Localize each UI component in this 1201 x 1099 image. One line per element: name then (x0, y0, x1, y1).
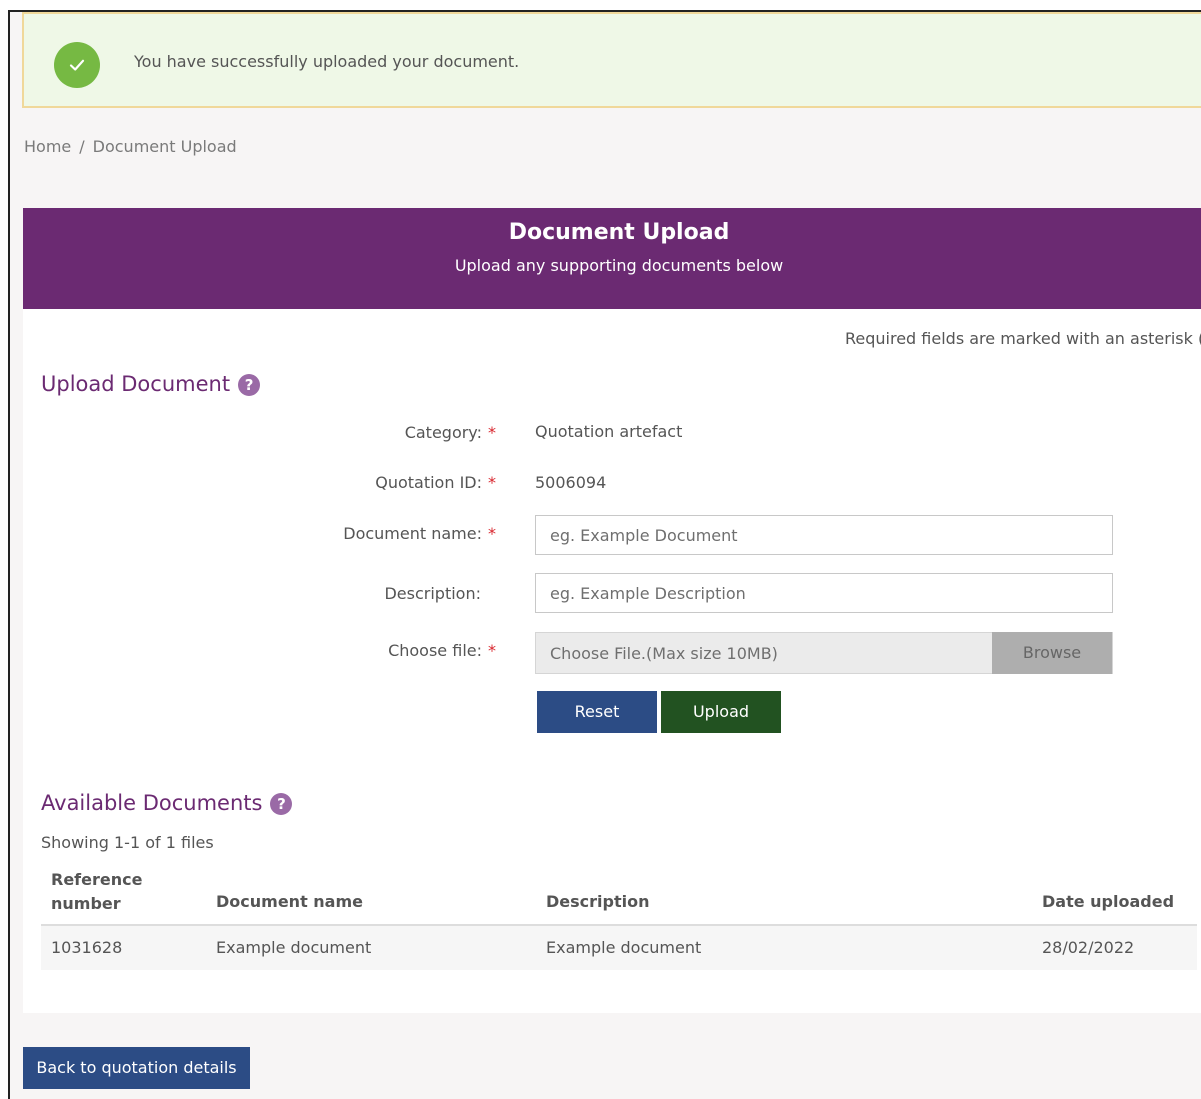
file-chooser[interactable]: Choose File.(Max size 10MB) Browse (535, 632, 1113, 674)
description-label: Description: (384, 584, 481, 603)
document-name-label-text: Document name: (343, 524, 482, 543)
category-label-text: Category: (404, 423, 482, 442)
upload-document-heading: Upload Document? (41, 372, 261, 396)
available-documents-title: Available Documents (41, 791, 263, 815)
category-value: Quotation artefact (535, 422, 683, 441)
row-reference: 1031628 (51, 938, 123, 957)
choose-file-label: Choose file: * (56, 641, 496, 660)
breadcrumb-current: Document Upload (92, 137, 237, 156)
page-banner: Document Upload Upload any supporting do… (23, 208, 1201, 309)
category-label: Category: * (56, 423, 496, 442)
quotation-id-label: Quotation ID: * (56, 473, 496, 492)
alert-message: You have successfully uploaded your docu… (134, 52, 520, 71)
column-header-date-uploaded[interactable]: Date uploaded (1042, 892, 1174, 911)
breadcrumb-home-link[interactable]: Home (24, 137, 71, 156)
reset-button[interactable]: Reset (537, 691, 657, 733)
file-placeholder: Choose File.(Max size 10MB) (550, 644, 778, 663)
check-icon (54, 42, 100, 88)
column-header-document-name[interactable]: Document name (216, 892, 363, 911)
column-header-reference-line2: number (51, 894, 121, 913)
required-asterisk: * (488, 524, 496, 543)
column-header-description[interactable]: Description (546, 892, 649, 911)
row-description: Example document (546, 938, 702, 957)
quotation-id-label-text: Quotation ID: (375, 473, 482, 492)
success-alert: You have successfully uploaded your docu… (22, 12, 1201, 108)
required-note-text: Required fields are marked with an aster… (845, 329, 1201, 348)
help-icon[interactable]: ? (238, 374, 261, 396)
row-document-name[interactable]: Example document (216, 938, 371, 957)
description-input[interactable] (535, 573, 1113, 613)
upload-document-title: Upload Document (41, 372, 231, 396)
column-header-reference-line1: Reference (51, 870, 143, 889)
documents-table: Reference number Document name Descripti… (41, 864, 1197, 970)
column-header-reference[interactable]: Reference number (51, 868, 142, 916)
choose-file-label-text: Choose file: (388, 641, 482, 660)
table-row[interactable]: 1031628 Example document Example documen… (41, 926, 1197, 970)
document-name-input[interactable] (535, 515, 1113, 555)
document-name-label: Document name: * (56, 524, 496, 543)
results-count: Showing 1-1 of 1 files (41, 833, 214, 852)
breadcrumb-separator: / (79, 137, 85, 156)
help-icon[interactable]: ? (270, 793, 293, 815)
row-date-uploaded: 28/02/2022 (1042, 938, 1135, 957)
required-asterisk: * (488, 641, 496, 660)
breadcrumb: Home / Document Upload (24, 137, 237, 156)
main-panel: Document Upload Upload any supporting do… (23, 208, 1201, 1013)
table-header: Reference number Document name Descripti… (41, 864, 1197, 926)
required-asterisk: * (488, 423, 496, 442)
browse-button[interactable]: Browse (992, 632, 1112, 674)
page-title: Document Upload (508, 220, 730, 245)
available-documents-heading: Available Documents? (41, 791, 293, 815)
quotation-id-value: 5006094 (535, 473, 607, 492)
back-to-quotation-button[interactable]: Back to quotation details (23, 1047, 250, 1089)
required-asterisk: * (488, 473, 496, 492)
required-fields-note: Required fields are marked with an aster… (845, 329, 1201, 348)
upload-button[interactable]: Upload (661, 691, 781, 733)
page-subtitle: Upload any supporting documents below (454, 256, 784, 275)
